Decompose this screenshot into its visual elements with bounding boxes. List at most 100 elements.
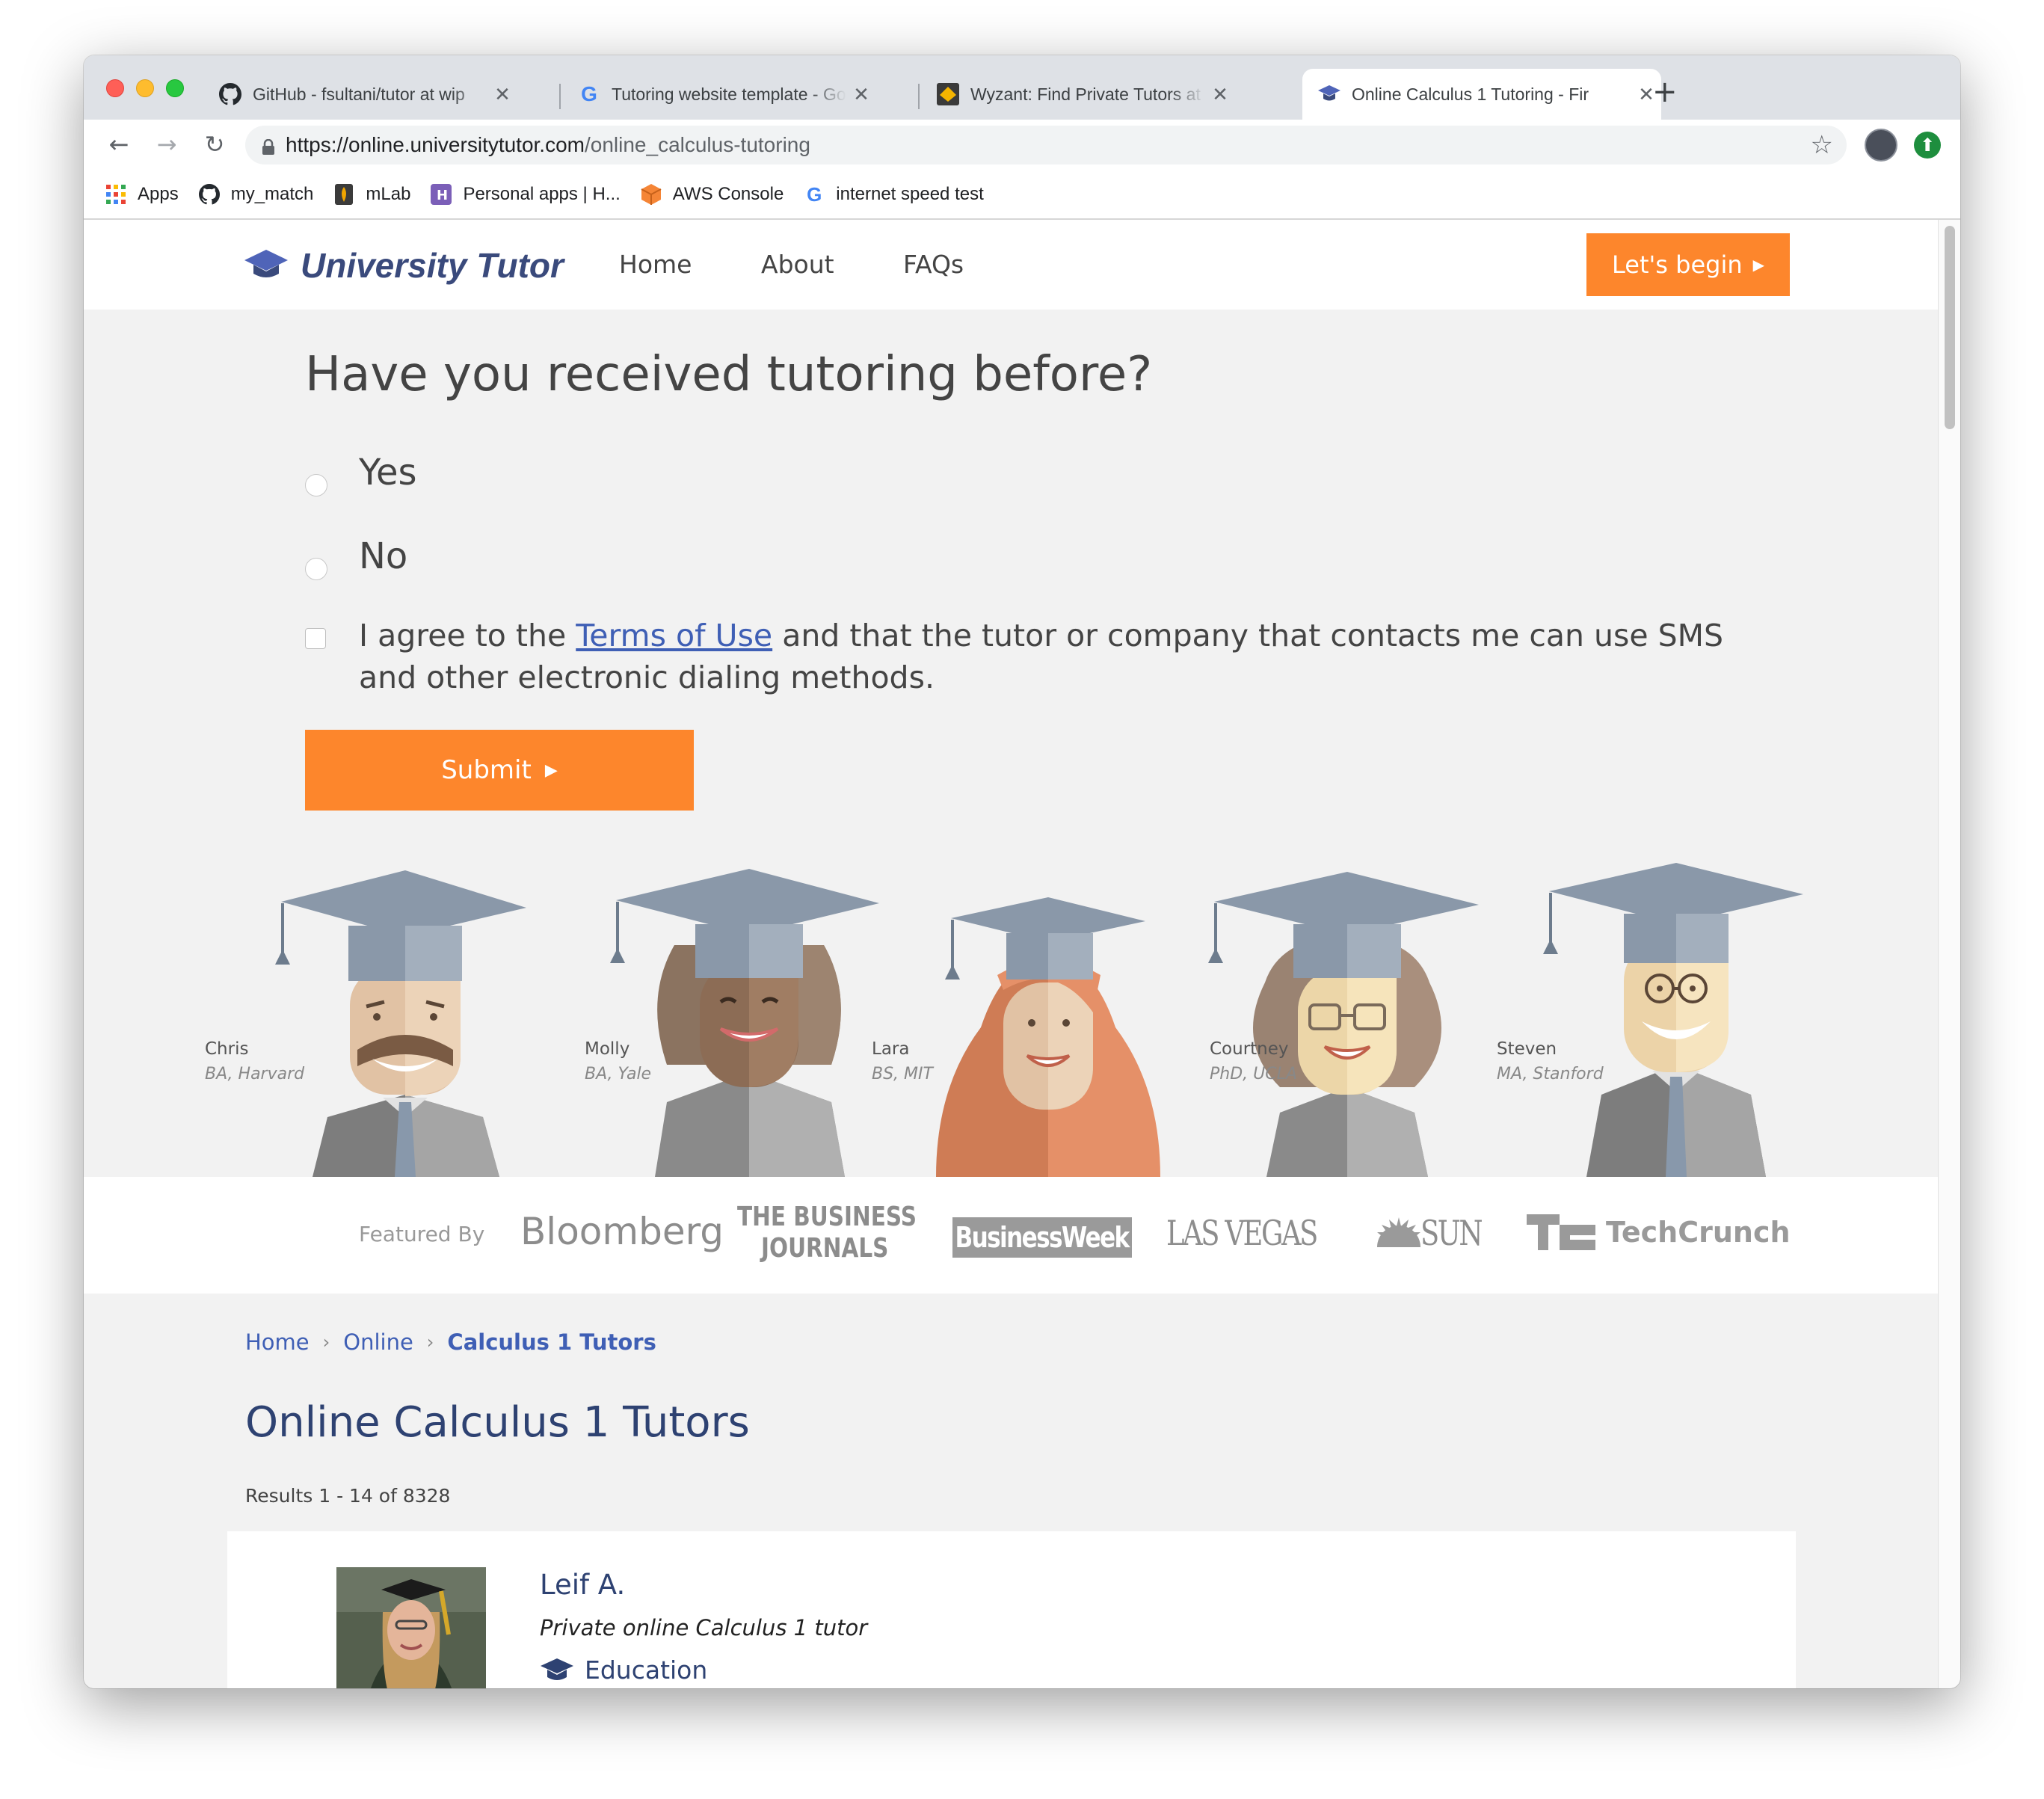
scrollbar-thumb[interactable] [1945,226,1955,429]
tutor-courtney-name: Courtney [1210,1039,1289,1059]
submit-button[interactable]: Submit ▶ [305,730,694,811]
tutor-steven-name: Steven [1497,1039,1557,1059]
tutor-chris-degree: BA, Harvard [205,1065,305,1083]
bookmark-label: mLab [366,184,411,204]
page-title: Online Calculus 1 Tutors [245,1398,750,1447]
graduation-cap-icon [1317,82,1341,106]
bookmark-label: Apps [138,184,179,204]
extension-upload-icon[interactable]: ⬆ [1914,132,1941,159]
option-no-label[interactable]: No [359,535,407,577]
lock-icon [262,137,275,155]
mlab-icon [333,183,355,206]
google-icon: G [581,82,597,105]
terms-text-before: I agree to the [359,618,576,654]
business-journals-logo-line1: THE BUSINESS [737,1202,917,1232]
brand-name: University Tutor [301,246,564,285]
close-icon[interactable]: ✕ [846,83,876,106]
tutor-molly-name: Molly [585,1039,630,1059]
las-vegas-sun-logo-right: SUN [1420,1213,1483,1253]
close-window-button[interactable] [106,79,124,97]
tab-online-calculus[interactable]: Online Calculus 1 Tutoring - Fir ✕ [1302,69,1661,120]
tutor-card[interactable]: Leif A. Private online Calculus 1 tutor … [227,1531,1796,1688]
tutor-name[interactable]: Leif A. [540,1569,625,1601]
bookmark-label: Personal apps | H... [463,184,621,204]
bookmark-label: AWS Console [672,184,784,204]
tutor-description: Private online Calculus 1 tutor [540,1615,868,1640]
browser-toolbar: ← → ↻ https://online.universitytutor.com… [84,120,1960,170]
url-path: /online_calculus-tutoring [584,133,810,156]
tutor-lara-illustration [936,897,1160,1177]
caret-right-icon: ▶ [544,760,558,780]
terms-text: I agree to the Terms of Use and that the… [359,615,1764,698]
forward-arrow-icon[interactable]: → [150,127,184,162]
aws-cube-icon [640,183,662,206]
bookmark-speed-test[interactable]: G internet speed test [803,182,984,206]
radio-no[interactable] [305,558,327,580]
tutor-steven-degree: MA, Stanford [1497,1065,1604,1083]
vertical-scrollbar[interactable] [1938,220,1960,1688]
chevron-right-icon: › [426,1332,434,1353]
tutor-illustrations [275,863,1803,1177]
breadcrumb-online[interactable]: Online [343,1329,413,1355]
tutor-courtney-degree: PhD, UCLA [1210,1065,1297,1083]
lets-begin-label: Let's begin [1611,250,1743,279]
breadcrumb: Home › Online › Calculus 1 Tutors [245,1329,656,1355]
businessweek-logo-text: BusinessWeek [955,1221,1130,1254]
option-yes-label[interactable]: Yes [359,452,416,493]
tab-title: Online Calculus 1 Tutoring - Fir [1352,84,1589,104]
profile-avatar[interactable] [1865,129,1897,162]
tutor-photo[interactable] [336,1567,486,1688]
close-icon[interactable]: ✕ [487,83,517,106]
techcrunch-logo: TechCrunch [1606,1216,1791,1249]
radio-yes[interactable] [305,474,327,496]
breadcrumb-current[interactable]: Calculus 1 Tutors [447,1329,656,1355]
close-icon[interactable]: ✕ [1205,83,1235,106]
business-journals-logo-line2: JOURNALS [761,1233,889,1264]
results-count: Results 1 - 14 of 8328 [245,1485,451,1507]
bookmark-apps[interactable]: Apps [105,183,179,206]
nav-faqs[interactable]: FAQs [903,250,964,279]
tab-github[interactable]: GitHub - fsultani/tutor at wip ✕ [203,69,517,120]
address-bar[interactable]: https://online.universitytutor.com/onlin… [245,126,1847,164]
tutor-molly-degree: BA, Yale [585,1065,652,1083]
star-bookmark-icon[interactable]: ☆ [1811,130,1833,160]
tutor-lara-name: Lara [872,1039,910,1059]
businessweek-logo: BusinessWeek [952,1217,1132,1258]
apps-grid-icon [105,183,127,206]
tab-google[interactable]: G Tutoring website template - Go ✕ [562,69,876,120]
bookmark-aws[interactable]: AWS Console [640,183,784,206]
tab-title: Tutoring website template - Go [612,84,846,104]
tab-wyzant[interactable]: Wyzant: Find Private Tutors at ✕ [921,69,1235,120]
terms-checkbox[interactable] [305,628,326,649]
bookmark-my-match[interactable]: my_match [198,183,314,206]
url-host: https://online.universitytutor.com [286,133,585,156]
tab-title: GitHub - fsultani/tutor at wip [253,84,465,104]
site-logo[interactable]: University Tutor [244,245,564,286]
lets-begin-button[interactable]: Let's begin ▶ [1586,233,1790,296]
bookmark-heroku[interactable]: H Personal apps | H... [430,183,621,206]
maximize-window-button[interactable] [166,79,184,97]
graduation-cap-icon [541,1658,573,1680]
tutor-courtney-illustration [1208,872,1479,1177]
las-vegas-sun-logo-left: LAS VEGAS [1166,1213,1318,1253]
reload-icon[interactable]: ↻ [197,127,232,162]
tutor-chris-name: Chris [205,1039,249,1059]
tutor-steven-illustration [1543,863,1803,1177]
terms-of-use-link[interactable]: Terms of Use [576,618,772,654]
bookmark-label: my_match [230,184,314,204]
tab-title: Wyzant: Find Private Tutors at [970,84,1201,104]
survey-question: Have you received tutoring before? [305,347,1153,402]
nav-home[interactable]: Home [619,250,692,279]
nav-about[interactable]: About [761,250,834,279]
svg-text:H: H [437,188,448,203]
breadcrumb-home[interactable]: Home [245,1329,310,1355]
tutor-lara-degree: BS, MIT [872,1065,933,1083]
google-icon: G [807,182,822,206]
tutor-education: Education [540,1655,707,1685]
page-viewport: University Tutor Home About FAQs Let's b… [84,220,1938,1688]
github-icon [198,183,221,206]
new-tab-button[interactable]: + [1652,75,1678,109]
minimize-window-button[interactable] [136,79,154,97]
back-arrow-icon[interactable]: ← [102,127,136,162]
bookmark-mlab[interactable]: mLab [333,183,410,206]
